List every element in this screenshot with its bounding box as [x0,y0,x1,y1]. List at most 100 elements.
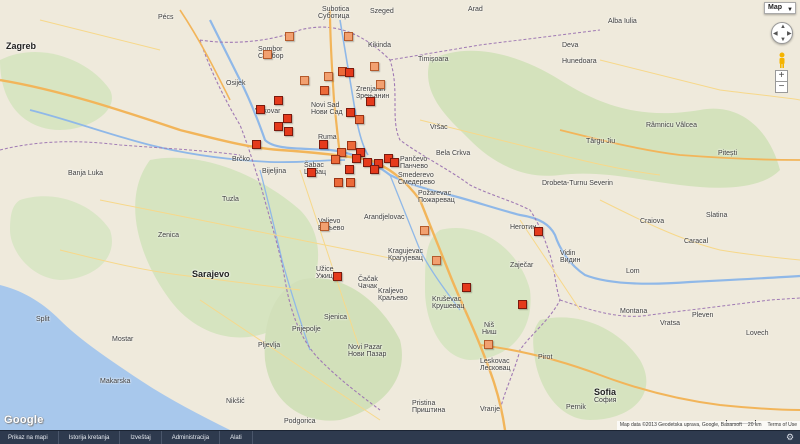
vehicle-marker[interactable] [534,227,543,236]
vehicle-marker[interactable] [366,97,375,106]
vehicle-marker[interactable] [252,140,261,149]
vehicle-marker[interactable] [518,300,527,309]
vehicle-marker[interactable] [300,76,309,85]
vehicle-marker[interactable] [344,32,353,41]
terms-link[interactable]: Terms of Use [768,421,797,430]
vehicle-marker[interactable] [370,165,379,174]
tab-alati[interactable]: Alati [220,430,253,444]
city-label: Kikinda [368,42,391,49]
vehicle-marker[interactable] [256,105,265,114]
city-label: Суботица [318,13,350,20]
city-label: Pernik [566,404,586,411]
map-canvas[interactable]: Zagreb Pécs Subotica Суботица Szeged Tim… [0,0,800,430]
city-label: Mostar [112,336,134,343]
city-label: Видин [560,257,581,264]
city-label: Zagreb [6,41,37,51]
vehicle-marker[interactable] [320,222,329,231]
vehicle-marker[interactable] [420,226,429,235]
city-label: Lom [626,268,640,275]
pan-up-icon[interactable]: ▲ [780,24,786,30]
city-label: Pljevlja [258,342,281,349]
city-label: Vratsa [660,320,680,327]
city-label: Târgu Jiu [586,138,616,145]
vehicle-marker[interactable] [390,158,399,167]
city-label: Arad [468,6,483,13]
vehicle-marker[interactable] [263,50,272,59]
city-label: Brčko [232,156,250,163]
city-label: Alba Iulia [608,18,637,25]
map-type-button[interactable]: Map ▼ [764,2,796,14]
city-label: Drobeta-Turnu Severin [542,180,613,187]
vehicle-marker[interactable] [274,122,283,131]
city-label: Vranje [480,406,500,413]
vehicle-marker[interactable] [346,108,355,117]
city-label: Pleven [692,312,714,319]
city-label: Vršac [430,124,448,131]
city-label: Craiova [640,218,665,225]
vehicle-marker[interactable] [283,114,292,123]
vehicle-marker[interactable] [347,141,356,150]
bottom-nav-bar: Prikaz na mapi Istorija kretanja Izvešta… [0,430,800,444]
city-label: Tuzla [222,196,239,203]
vehicle-marker[interactable] [345,68,354,77]
tab-izvestaj[interactable]: Izveštaj [120,430,162,444]
city-label: Split [36,316,50,323]
vehicle-marker[interactable] [285,32,294,41]
vehicle-marker[interactable] [331,155,340,164]
city-label: Prijepolje [292,326,321,333]
attribution-text: Map data ©2013 Geodetska uprava, Google,… [619,422,742,428]
city-label: Неготин [510,224,537,231]
tab-prikaz-na-mapi[interactable]: Prikaz na mapi [0,430,59,444]
vehicle-marker[interactable] [320,86,329,95]
gear-icon[interactable]: ⚙ [786,433,795,442]
city-label: Pécs [158,14,174,21]
city-label: Sjenica [324,314,347,321]
vehicle-marker[interactable] [334,178,343,187]
city-label: Deva [562,42,579,49]
vehicle-marker[interactable] [376,80,385,89]
city-label: Zaječar [510,262,534,269]
city-label: Makarska [100,378,131,385]
city-label: Sarajevo [192,269,230,279]
vehicle-marker[interactable] [484,340,493,349]
city-label: Banja Luka [68,170,104,177]
tab-administracija[interactable]: Administracija [162,430,221,444]
scale-label: 20 km [747,422,762,428]
tab-istorija-kretanja[interactable]: Istorija kretanja [59,430,121,444]
city-label: Arandjelovac [364,214,405,221]
city-label: Sofia [594,387,617,397]
city-label: Bijeljina [262,168,287,175]
city-label: Чачак [358,283,378,290]
city-label: Приштина [412,407,446,414]
pan-down-icon[interactable]: ▼ [780,37,786,43]
city-label: Hunedoara [562,58,597,65]
city-label: Zenica [158,232,180,239]
pegman-icon[interactable] [777,52,787,68]
vehicle-marker[interactable] [333,272,342,281]
vehicle-marker[interactable] [319,140,328,149]
vehicle-marker[interactable] [274,96,283,105]
vehicle-marker[interactable] [370,62,379,71]
vehicle-marker[interactable] [345,165,354,174]
vehicle-marker[interactable] [284,127,293,136]
city-label: Timișoara [418,56,449,63]
city-label: Ниш [482,329,497,336]
pan-left-icon[interactable]: ◀ [773,31,778,37]
pan-right-icon[interactable]: ▶ [787,31,792,37]
city-label: Montana [620,308,648,315]
city-label: Нови Сад [311,109,343,116]
city-label: Szeged [370,8,394,15]
vehicle-marker[interactable] [324,72,333,81]
vehicle-marker[interactable] [462,283,471,292]
city-label: Лесковац [480,365,511,372]
vehicle-marker[interactable] [352,154,361,163]
vehicle-marker[interactable] [432,256,441,265]
city-label: Osijek [226,80,246,87]
pan-control[interactable]: ▲ ▼ ◀ ▶ [771,22,793,44]
vehicle-marker[interactable] [346,178,355,187]
vehicle-marker[interactable] [307,168,316,177]
city-label: Смедерево [398,179,435,186]
zoom-out-button[interactable]: − [775,81,788,93]
city-label: Bela Crkva [436,150,471,157]
vehicle-marker[interactable] [355,115,364,124]
